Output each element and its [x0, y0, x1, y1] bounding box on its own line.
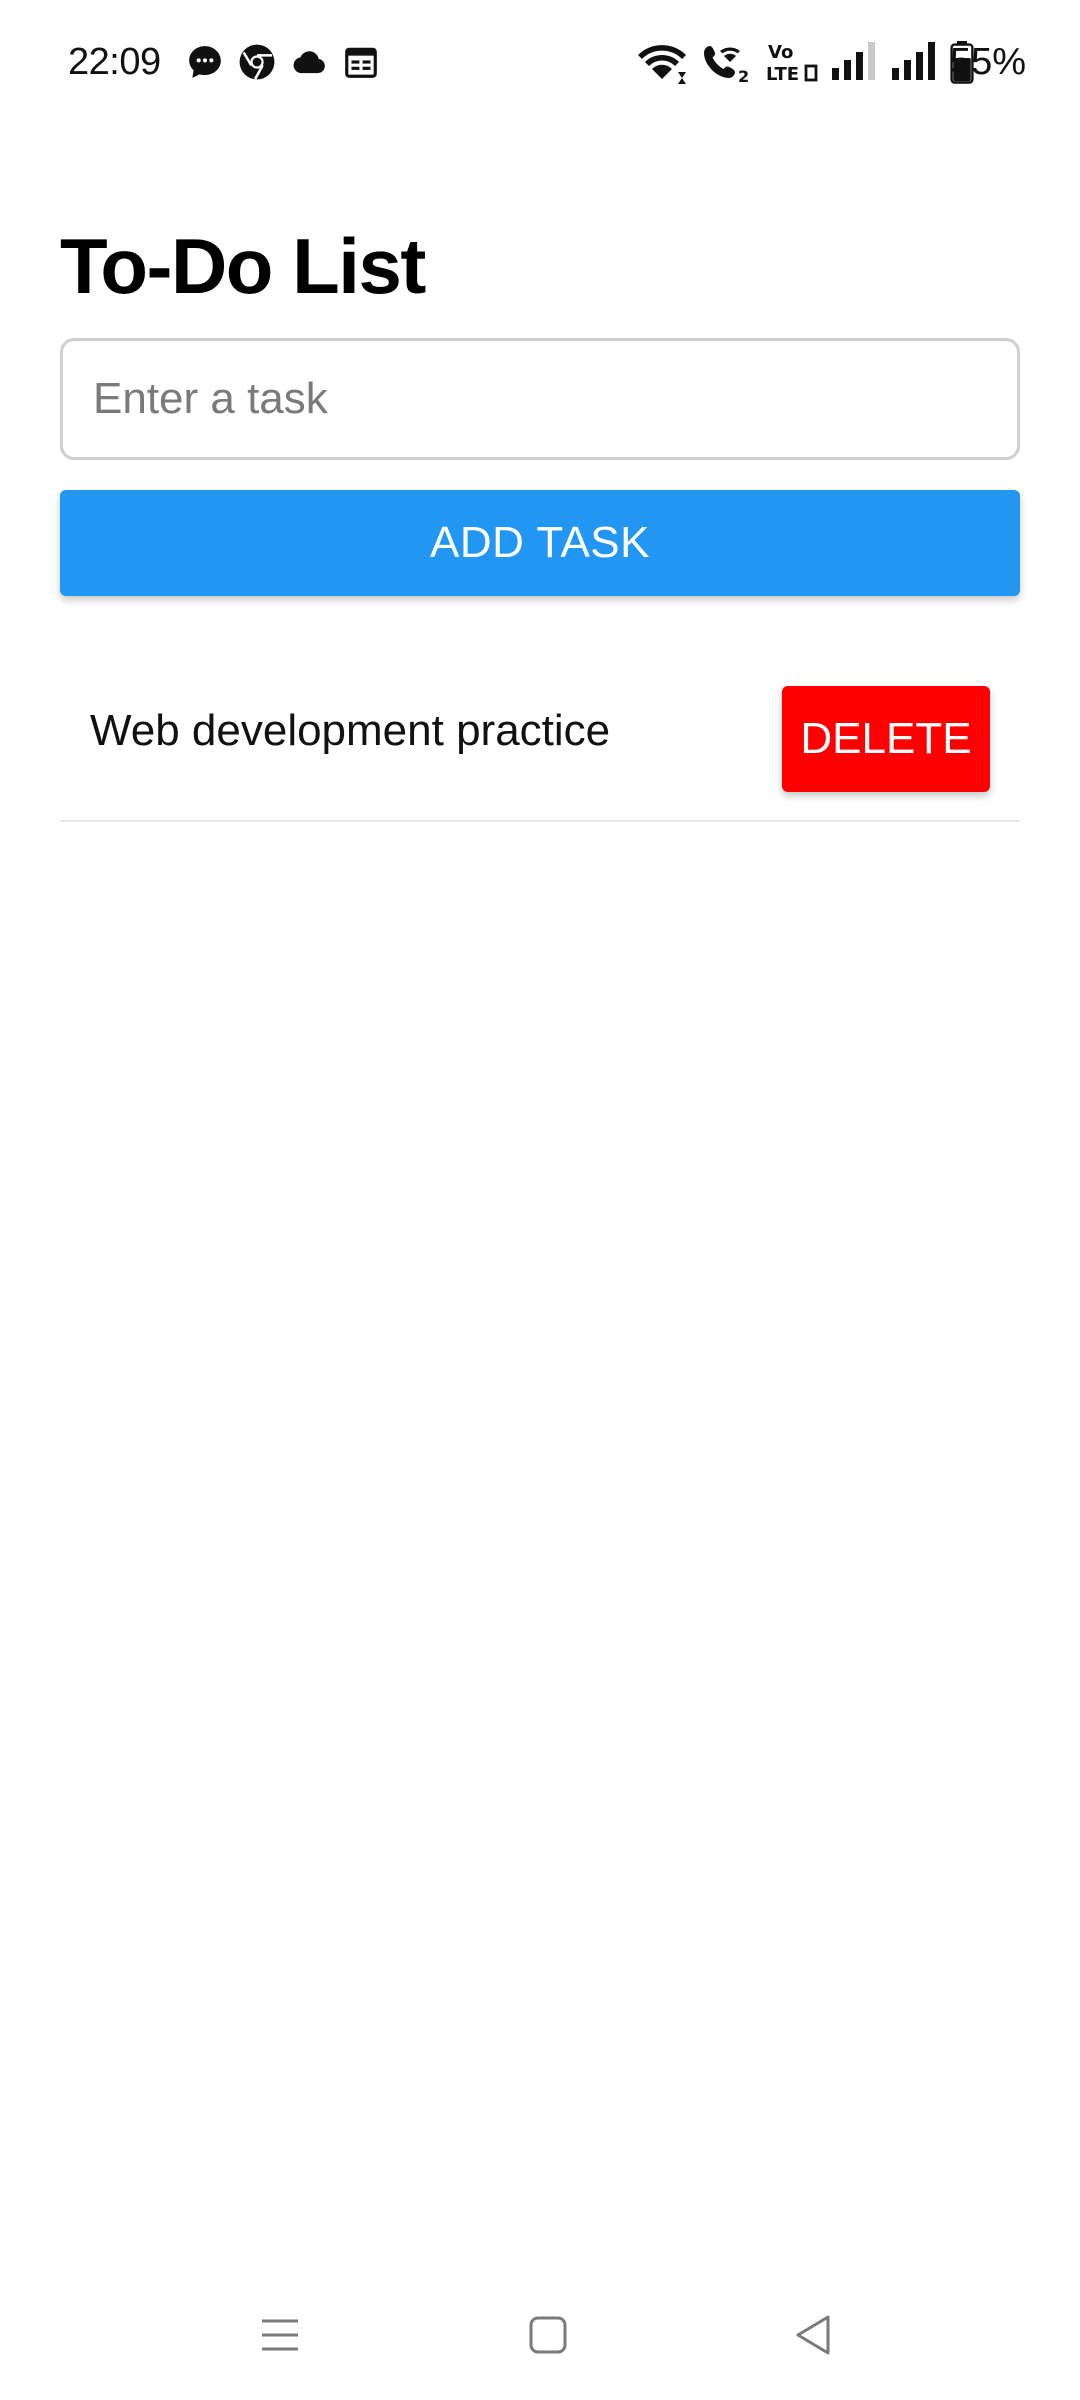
add-task-button[interactable]: ADD TASK: [60, 490, 1020, 596]
page-title: To-Do List: [60, 222, 426, 310]
wifi-calling-icon: 2: [704, 46, 749, 84]
battery-percentage: 55%: [949, 41, 1026, 83]
system-icons: 2 Vo LTE: [634, 38, 974, 86]
task-text: Web development practice: [90, 706, 611, 755]
recents-button[interactable]: [240, 2300, 320, 2370]
svg-text:Vo: Vo: [768, 42, 793, 63]
home-button[interactable]: [508, 2300, 588, 2370]
home-icon: [529, 2316, 567, 2354]
task-input[interactable]: [60, 338, 1020, 460]
signal-sim2-icon: [892, 42, 935, 80]
messages-icon: [189, 46, 221, 78]
calendar-icon: [345, 47, 377, 78]
svg-text:2: 2: [738, 67, 749, 84]
cloud-icon: [293, 51, 325, 74]
chrome-icon: [239, 44, 275, 80]
volte-icon: Vo LTE: [766, 42, 818, 84]
delete-task-button[interactable]: DELETE: [782, 686, 990, 792]
task-item: Web development practice DELETE: [60, 640, 1020, 822]
signal-sim1-icon: [832, 42, 875, 80]
wifi-icon: [638, 45, 686, 84]
back-button[interactable]: [774, 2300, 854, 2370]
svg-text:LTE: LTE: [766, 64, 799, 84]
status-bar: 22:09 2 Vo LTE 55%: [0, 0, 1080, 120]
navigation-bar: [0, 2270, 1080, 2400]
menu-icon: [262, 2319, 298, 2351]
status-time: 22:09: [68, 41, 161, 83]
notification-icons: [186, 42, 380, 82]
task-list: Web development practice DELETE: [60, 640, 1020, 822]
back-icon: [796, 2315, 830, 2355]
